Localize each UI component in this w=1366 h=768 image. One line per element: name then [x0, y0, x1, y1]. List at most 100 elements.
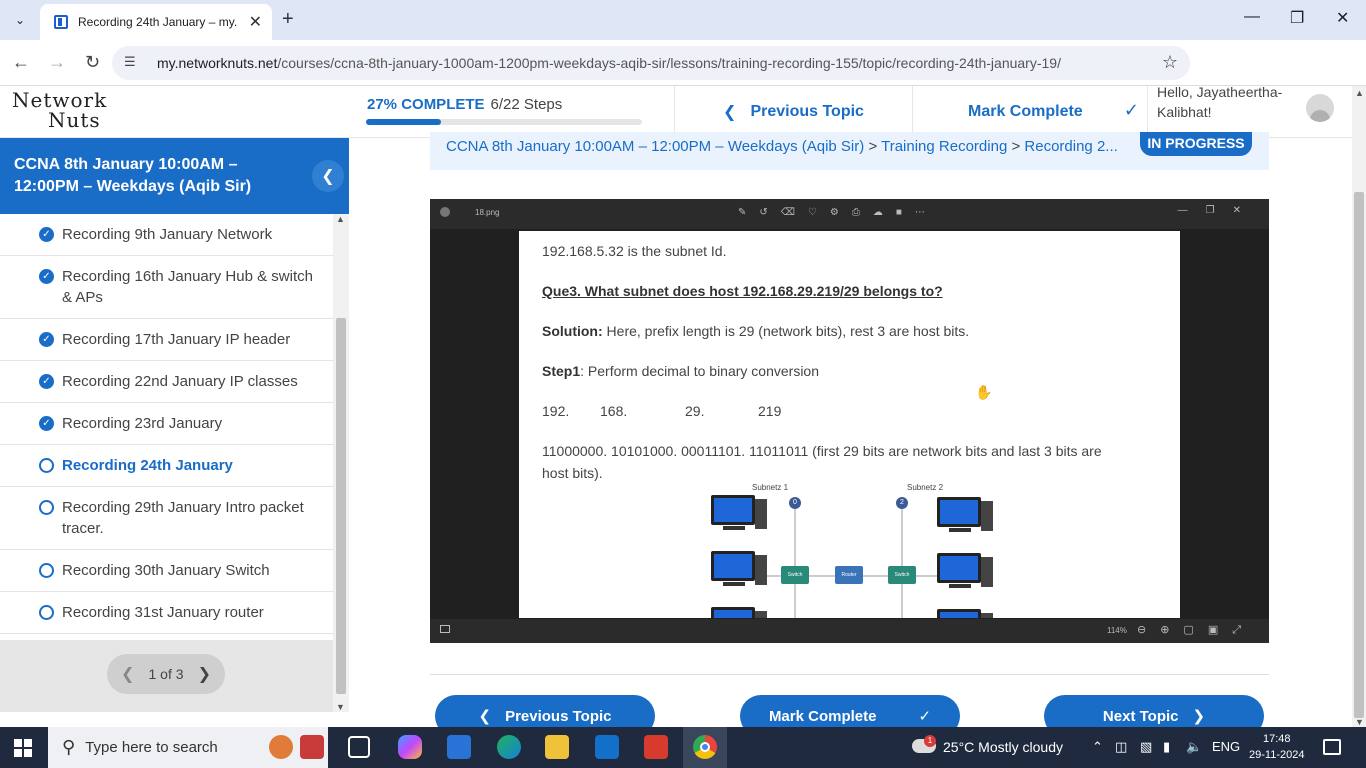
viewer-zoom-level: 114% [1107, 626, 1127, 635]
switch-icon: Switch [888, 566, 916, 584]
lesson-item[interactable]: Recording 31st January router [0, 592, 333, 634]
recording-video[interactable]: 18.png ✎↺⌫♡⚙⎙☁■⋯ —❐✕ 192.168.5.32 is the… [430, 199, 1269, 643]
computer-icon [937, 609, 993, 618]
wps-office-icon[interactable] [644, 735, 668, 759]
clock[interactable]: 17:48 29-11-2024 [1249, 731, 1304, 763]
subnet-node-marker: 2 [896, 497, 908, 509]
viewer-zoom-controls-icon[interactable]: ⊖⊕▢▣⤢ [1137, 623, 1255, 637]
volume-icon[interactable]: 🔈 [1186, 739, 1202, 755]
restore-window-icon[interactable]: ❐ [1290, 8, 1304, 28]
language-indicator[interactable]: ENG [1212, 739, 1240, 754]
breadcrumb-lesson[interactable]: Training Recording [881, 138, 1007, 155]
slide-octet: 219 [758, 403, 782, 419]
checkmark-icon: ✓ [1123, 100, 1139, 120]
header-mark-complete-button[interactable]: Mark Complete ✓ [912, 86, 1148, 138]
store-icon[interactable] [447, 735, 471, 759]
header-previous-topic-button[interactable]: ❮ Previous Topic [674, 86, 912, 138]
course-title[interactable]: CCNA 8th January 10:00AM – 12:00PM – Wee… [0, 138, 349, 214]
subnet-node-marker: 0 [789, 497, 801, 509]
status-badge: IN PROGRESS [1140, 132, 1252, 156]
meet-icon[interactable]: ▧ [1140, 739, 1152, 755]
minimize-window-icon[interactable]: — [1244, 8, 1260, 26]
lesson-item[interactable]: ✓ Recording 9th January Network [0, 214, 333, 256]
outlook-icon[interactable] [595, 735, 619, 759]
hand-cursor-icon: ✋ [975, 384, 993, 400]
url-text[interactable]: my.networknuts.net/courses/ccna-8th-janu… [157, 55, 1061, 71]
bookmark-star-icon[interactable]: ☆ [1162, 52, 1178, 73]
computer-icon [711, 551, 767, 591]
notifications-icon[interactable] [1323, 739, 1341, 755]
slide-solution: Solution: Here, prefix length is 29 (net… [542, 323, 970, 339]
viewer-bottom-bar: 114% ⊖⊕▢▣⤢ [430, 619, 1269, 643]
chrome-taskbar-item[interactable] [683, 727, 727, 768]
site-favicon-icon [54, 15, 68, 29]
viewer-film-strip-icon[interactable] [440, 625, 450, 633]
computer-icon [711, 495, 767, 535]
lesson-item[interactable]: ✓ Recording 16th January Hub & switch & A… [0, 256, 333, 319]
show-hidden-icons-icon[interactable]: ⌃ [1092, 739, 1103, 755]
new-tab-plus-icon[interactable]: + [282, 8, 294, 31]
gift-icon[interactable] [300, 735, 324, 759]
weather-badge: 1 [924, 735, 936, 747]
lesson-item[interactable]: ✓ Recording 17th January IP header [0, 319, 333, 361]
windows-start-icon[interactable] [14, 739, 32, 757]
forward-arrow-icon[interactable]: → [48, 52, 66, 73]
edge-icon[interactable] [497, 735, 521, 759]
lesson-pager: ❮ 1 of 3 ❯ [107, 654, 225, 694]
scroll-up-icon[interactable]: ▲ [1355, 88, 1364, 98]
lesson-item[interactable]: Recording 30th January Switch [0, 550, 333, 592]
close-tab-icon[interactable]: ✕ [249, 12, 262, 32]
web-page: Network Nuts 27% COMPLETE 6/22 Steps ❮ Pre… [0, 86, 1352, 727]
scroll-down-icon[interactable]: ▼ [1355, 717, 1364, 727]
pager-next-icon[interactable]: ❯ [198, 664, 211, 684]
slide-image: 192.168.5.32 is the subnet Id. Que3. Wha… [519, 231, 1180, 618]
back-arrow-icon[interactable]: ← [12, 52, 30, 73]
user-avatar[interactable] [1306, 94, 1334, 122]
close-window-icon[interactable]: ✕ [1336, 8, 1349, 28]
browser-tab[interactable]: Recording 24th January – my.ne ✕ [40, 4, 272, 40]
file-explorer-icon[interactable] [545, 735, 569, 759]
progress-steps: 6/22 Steps [490, 96, 563, 113]
reload-icon[interactable]: ↻ [85, 52, 100, 73]
pager-prev-icon[interactable]: ❮ [121, 664, 134, 684]
site-info-icon[interactable]: ☰ [124, 54, 136, 70]
user-greeting[interactable]: Hello, Jayatheertha-Kalibhat! [1157, 86, 1287, 122]
breadcrumb-course[interactable]: CCNA 8th January 10:00AM – 12:00PM – Wee… [446, 138, 864, 155]
lesson-item-current[interactable]: Recording 24th January [0, 445, 333, 487]
networknuts-logo[interactable]: Network Nuts [12, 90, 108, 134]
mark-complete-button[interactable]: Mark Complete ✓ [740, 695, 960, 727]
search-icon: ⚲ [62, 737, 76, 757]
tab-search-chevron-icon[interactable]: ⌄ [6, 8, 34, 32]
pager-label: 1 of 3 [148, 666, 184, 682]
next-topic-button[interactable]: Next Topic ❯ [1044, 695, 1264, 727]
sidebar-scrollbar[interactable]: ▲ ▼ [333, 214, 349, 712]
viewer-back-icon[interactable] [440, 207, 450, 217]
lesson-item[interactable]: ✓ Recording 23rd January [0, 403, 333, 445]
sidebar-scroll-thumb[interactable] [336, 318, 346, 694]
collapse-sidebar-chevron-icon[interactable]: ❮ [312, 160, 344, 192]
page-scroll-thumb[interactable] [1354, 192, 1364, 718]
battery-icon[interactable]: ▮ [1163, 739, 1170, 755]
lesson-item[interactable]: Recording 29th January Intro packet trac… [0, 487, 333, 550]
copilot-icon[interactable] [398, 735, 422, 759]
scroll-up-icon[interactable]: ▲ [336, 214, 345, 224]
address-bar[interactable]: ☰ my.networknuts.net/courses/ccna-8th-ja… [112, 46, 1190, 80]
task-view-icon[interactable] [348, 736, 370, 758]
network-link [901, 505, 903, 618]
page-scrollbar[interactable]: ▲ ▼ [1352, 86, 1366, 727]
incomplete-circle-icon [39, 563, 54, 578]
viewer-tools-icons[interactable]: ✎↺⌫♡⚙⎙☁■⋯ [738, 207, 938, 218]
alarm-clock-icon[interactable] [269, 735, 293, 759]
scroll-down-icon[interactable]: ▼ [336, 702, 345, 712]
slide-octet: 192. [542, 403, 570, 419]
slide-octet: 29. [685, 403, 705, 419]
breadcrumb-topic[interactable]: Recording 2... [1024, 138, 1117, 155]
previous-topic-button[interactable]: ❮ Previous Topic [435, 695, 655, 727]
browser-toolbar: ← → ↻ ☰ my.networknuts.net/courses/ccna-… [0, 40, 1366, 114]
completed-check-icon: ✓ [39, 416, 54, 431]
weather-text[interactable]: 25°C Mostly cloudy [943, 739, 1063, 755]
slide-line: 192.168.5.32 is the subnet Id. [542, 243, 727, 259]
lesson-item[interactable]: ✓ Recording 22nd January IP classes [0, 361, 333, 403]
network-icon[interactable]: ◫ [1115, 739, 1127, 755]
viewer-window-controls-icon[interactable]: —❐✕ [1178, 205, 1259, 216]
